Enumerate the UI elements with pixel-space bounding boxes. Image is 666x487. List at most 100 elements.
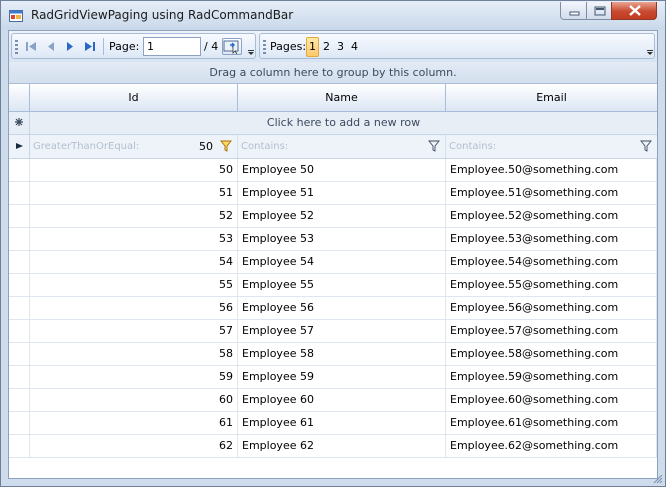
- strip-grip-icon[interactable]: [263, 40, 266, 54]
- minimize-button[interactable]: [560, 2, 587, 20]
- filter-cell-email[interactable]: Contains:: [446, 135, 657, 158]
- cell-id[interactable]: 58: [30, 343, 238, 365]
- page-button-3[interactable]: 3: [334, 37, 347, 57]
- cell-name[interactable]: Employee 52: [238, 205, 446, 227]
- filter-operator-id: GreaterThanOrEqual:: [33, 141, 140, 152]
- cell-email[interactable]: Employee.53@something.com: [446, 228, 657, 250]
- cell-id[interactable]: 51: [30, 182, 238, 204]
- filter-funnel-icon[interactable]: [428, 140, 440, 152]
- cell-id[interactable]: 57: [30, 320, 238, 342]
- table-row[interactable]: 58 Employee 58 Employee.58@something.com: [9, 343, 657, 366]
- filter-operator-email: Contains:: [449, 141, 497, 152]
- table-row[interactable]: 50 Employee 50 Employee.50@something.com: [9, 159, 657, 182]
- group-panel[interactable]: Drag a column here to group by this colu…: [9, 62, 657, 84]
- cell-name[interactable]: Employee 53: [238, 228, 446, 250]
- new-row[interactable]: Click here to add a new row: [9, 112, 657, 135]
- title-bar[interactable]: RadGridViewPaging using RadCommandBar: [1, 1, 665, 30]
- column-header-name[interactable]: Name: [238, 84, 446, 111]
- cell-email[interactable]: Employee.52@something.com: [446, 205, 657, 227]
- cell-id[interactable]: 61: [30, 412, 238, 434]
- table-row[interactable]: 54 Employee 54 Employee.54@something.com: [9, 251, 657, 274]
- overflow-chevron-icon[interactable]: [247, 38, 255, 56]
- cell-id[interactable]: 50: [30, 159, 238, 181]
- cell-id[interactable]: 54: [30, 251, 238, 273]
- cell-email[interactable]: Employee.57@something.com: [446, 320, 657, 342]
- row-indicator: [9, 182, 30, 204]
- grid-container: Page: / 4 Pages: 1 2 3 4 Drag a column h…: [8, 30, 658, 479]
- table-row[interactable]: 51 Employee 51 Employee.51@something.com: [9, 182, 657, 205]
- table-row[interactable]: 56 Employee 56 Employee.56@something.com: [9, 297, 657, 320]
- table-row[interactable]: 60 Employee 60 Employee.60@something.com: [9, 389, 657, 412]
- cell-name[interactable]: Employee 58: [238, 343, 446, 365]
- cell-name[interactable]: Employee 61: [238, 412, 446, 434]
- cell-email[interactable]: Employee.50@something.com: [446, 159, 657, 181]
- table-row[interactable]: 62 Employee 62 Employee.62@something.com: [9, 435, 657, 458]
- cell-email[interactable]: Employee.55@something.com: [446, 274, 657, 296]
- maximize-button[interactable]: [586, 2, 612, 20]
- filter-value-id[interactable]: 50: [199, 135, 213, 158]
- cell-id[interactable]: 60: [30, 389, 238, 411]
- cell-name[interactable]: Employee 54: [238, 251, 446, 273]
- row-indicator: [9, 343, 30, 365]
- cell-name[interactable]: Employee 55: [238, 274, 446, 296]
- filter-funnel-icon[interactable]: [220, 140, 232, 152]
- cell-name[interactable]: Employee 50: [238, 159, 446, 181]
- filter-operator-name: Contains:: [241, 141, 289, 152]
- filter-funnel-icon[interactable]: [640, 140, 652, 152]
- cell-email[interactable]: Employee.62@something.com: [446, 435, 657, 457]
- page-button-1[interactable]: 1: [306, 37, 319, 57]
- separator: [103, 38, 104, 55]
- cell-email[interactable]: Employee.59@something.com: [446, 366, 657, 388]
- page-button-4[interactable]: 4: [348, 37, 361, 57]
- strip-grip-icon[interactable]: [15, 40, 18, 54]
- table-row[interactable]: 59 Employee 59 Employee.59@something.com: [9, 366, 657, 389]
- header-indicator-cell: [9, 84, 30, 111]
- current-row-arrow-icon: [15, 143, 23, 149]
- cell-id[interactable]: 53: [30, 228, 238, 250]
- next-page-icon[interactable]: [63, 39, 77, 53]
- row-indicator: [9, 274, 30, 296]
- column-header-id[interactable]: Id: [30, 84, 238, 111]
- table-row[interactable]: 61 Employee 61 Employee.61@something.com: [9, 412, 657, 435]
- cell-name[interactable]: Employee 56: [238, 297, 446, 319]
- page-total-label: / 4: [204, 40, 219, 53]
- cell-name[interactable]: Employee 51: [238, 182, 446, 204]
- cell-id[interactable]: 56: [30, 297, 238, 319]
- cell-id[interactable]: 59: [30, 366, 238, 388]
- minimize-icon: [569, 11, 580, 16]
- pages-strip: Pages: 1 2 3 4: [259, 33, 655, 59]
- table-row[interactable]: 53 Employee 53 Employee.53@something.com: [9, 228, 657, 251]
- cell-name[interactable]: Employee 60: [238, 389, 446, 411]
- first-page-icon[interactable]: [24, 39, 38, 53]
- new-row-indicator: [9, 112, 30, 134]
- cell-name[interactable]: Employee 59: [238, 366, 446, 388]
- cell-name[interactable]: Employee 57: [238, 320, 446, 342]
- filter-cell-id[interactable]: GreaterThanOrEqual: 50: [30, 135, 238, 158]
- cell-email[interactable]: Employee.56@something.com: [446, 297, 657, 319]
- table-row[interactable]: 57 Employee 57 Employee.57@something.com: [9, 320, 657, 343]
- row-indicator: [9, 389, 30, 411]
- cell-email[interactable]: Employee.54@something.com: [446, 251, 657, 273]
- overflow-chevron-icon[interactable]: [646, 38, 654, 56]
- cell-id[interactable]: 55: [30, 274, 238, 296]
- last-page-icon[interactable]: [83, 39, 97, 53]
- cell-email[interactable]: Employee.51@something.com: [446, 182, 657, 204]
- cell-id[interactable]: 62: [30, 435, 238, 457]
- resize-grip-icon[interactable]: [653, 474, 663, 484]
- close-button[interactable]: [611, 2, 657, 20]
- page-number-input[interactable]: [143, 37, 201, 56]
- go-to-page-button[interactable]: [222, 38, 242, 55]
- cell-email[interactable]: Employee.60@something.com: [446, 389, 657, 411]
- app-window-icon: [9, 10, 23, 22]
- cell-id[interactable]: 52: [30, 205, 238, 227]
- cell-email[interactable]: Employee.61@something.com: [446, 412, 657, 434]
- table-row[interactable]: 52 Employee 52 Employee.52@something.com: [9, 205, 657, 228]
- previous-page-icon[interactable]: [44, 39, 58, 53]
- column-header-email[interactable]: Email: [446, 84, 657, 111]
- filter-cell-name[interactable]: Contains:: [238, 135, 446, 158]
- page-button-2[interactable]: 2: [320, 37, 333, 57]
- row-indicator: [9, 297, 30, 319]
- cell-email[interactable]: Employee.58@something.com: [446, 343, 657, 365]
- cell-name[interactable]: Employee 62: [238, 435, 446, 457]
- table-row[interactable]: 55 Employee 55 Employee.55@something.com: [9, 274, 657, 297]
